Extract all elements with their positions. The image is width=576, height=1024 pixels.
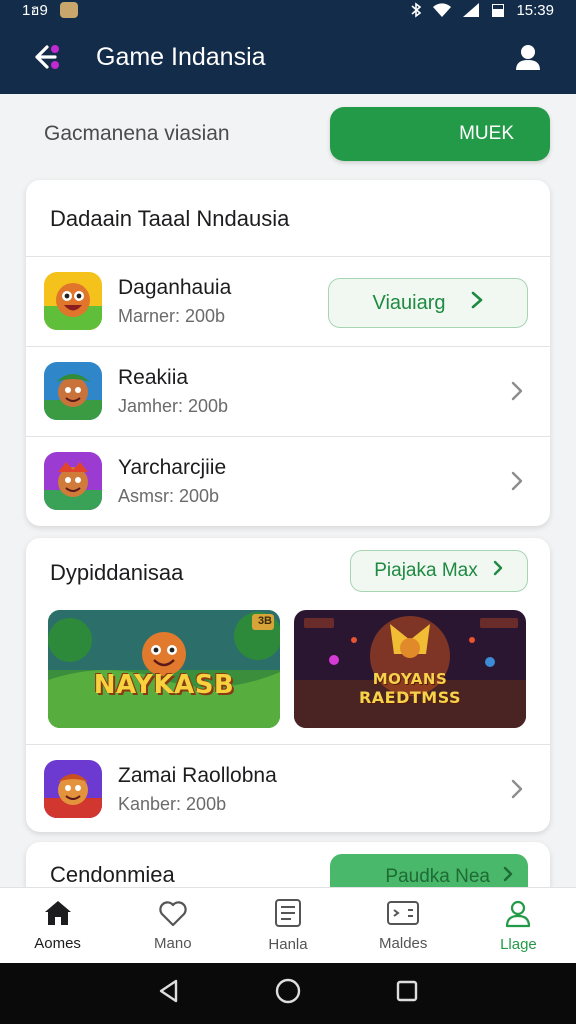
heart-icon — [158, 899, 188, 931]
game-name: Daganhauia — [118, 275, 232, 299]
game-icon — [44, 760, 102, 818]
nav-label: Hanla — [268, 936, 308, 953]
chevron-right-icon — [502, 865, 514, 889]
back-arrow-icon[interactable] — [28, 37, 68, 77]
home-icon — [43, 899, 73, 931]
section-title: Dadaain Taaal Nndausia — [50, 206, 290, 231]
game-icon — [44, 362, 102, 420]
chevron-right-icon[interactable] — [502, 774, 532, 804]
page-title: Game Indansia — [96, 42, 266, 71]
status-bar: 1ฮ9 15:39 — [0, 0, 576, 20]
game-meta: Jamher: 200b — [118, 395, 229, 416]
list-item[interactable]: Zamai Raollobna Kanber: 200b — [26, 748, 550, 830]
section-title: Dypiddanisaa — [50, 560, 184, 585]
list-icon — [273, 898, 303, 932]
chevron-right-icon[interactable] — [502, 466, 532, 496]
person-icon — [503, 898, 533, 932]
wifi-icon — [432, 2, 452, 18]
card-icon — [386, 899, 420, 931]
game-name: Zamai Raollobna — [118, 763, 277, 787]
subtitle-text: Gacmanena viasian — [44, 122, 230, 145]
top-row: Gacmanena viasian MUEK — [0, 94, 576, 174]
banner-badge: 3B — [257, 615, 272, 627]
chevron-right-icon — [492, 559, 504, 583]
notification-icon — [59, 2, 78, 18]
status-time: 15:39 — [516, 1, 554, 19]
play-button-label: Viauiarg — [372, 291, 446, 314]
game-banner[interactable]: MOYANS RAEDTMSS — [294, 610, 526, 728]
nav-item-home[interactable]: Aomes — [0, 888, 115, 963]
see-more-label: Paudka Nea — [385, 866, 490, 887]
section-title: Cendonmiea — [50, 862, 175, 887]
divider — [26, 256, 550, 257]
battery-icon — [490, 2, 506, 18]
nav-label: Mano — [154, 935, 192, 952]
muek-button[interactable]: MUEK — [330, 107, 550, 161]
game-name: Yarcharcjiie — [118, 455, 227, 479]
nav-label: Aomes — [34, 935, 81, 952]
game-name: Reakiia — [118, 365, 189, 389]
game-icon — [44, 272, 102, 330]
game-banner[interactable]: NAYKASB 3B — [48, 610, 280, 728]
list-item[interactable]: Reakiia Jamher: 200b — [26, 350, 550, 432]
play-button[interactable]: Viauiarg — [328, 278, 528, 328]
banner-title-line1: MOYANS — [372, 670, 448, 688]
section-card-promotions: Dypiddanisaa Piajaka Max NAYKASB 3B MOYA… — [26, 538, 550, 832]
game-meta: Asmsr: 200b — [118, 485, 220, 506]
chevron-right-icon — [470, 290, 484, 316]
divider — [26, 744, 550, 745]
game-meta: Marner: 200b — [118, 305, 226, 326]
banner-title: NAYKASB — [93, 670, 235, 700]
profile-icon[interactable] — [508, 37, 548, 77]
list-item[interactable]: Yarcharcjiie Asmsr: 200b — [26, 440, 550, 522]
status-left-text: 1ฮ9 — [22, 2, 48, 19]
nav-item-cards[interactable]: Maldes — [346, 888, 461, 963]
nav-label: Llage — [500, 936, 537, 953]
bluetooth-icon — [410, 2, 422, 18]
divider — [26, 436, 550, 437]
nav-item-profile[interactable]: Llage — [461, 888, 576, 963]
see-more-label: Piajaka Max — [374, 560, 478, 581]
chevron-right-icon[interactable] — [502, 376, 532, 406]
nav-item-list[interactable]: Hanla — [230, 888, 345, 963]
nav-label: Maldes — [379, 935, 428, 952]
game-icon — [44, 452, 102, 510]
signal-icon — [462, 2, 480, 18]
app-bar: Game Indansia — [0, 20, 576, 94]
see-more-button[interactable]: Piajaka Max — [350, 550, 528, 592]
system-nav-bar — [0, 963, 576, 1024]
banner-title-line2: RAEDTMSS — [358, 688, 462, 707]
home-circle-icon[interactable] — [274, 977, 302, 1010]
nav-item-favorites[interactable]: Mano — [115, 888, 230, 963]
bottom-nav: Aomes Mano Hanla Maldes Llage — [0, 887, 576, 963]
back-triangle-icon[interactable] — [156, 978, 182, 1009]
divider — [26, 346, 550, 347]
section-card-featured: Dadaain Taaal Nndausia Daganhauia Marner… — [26, 180, 550, 526]
game-meta: Kanber: 200b — [118, 793, 227, 814]
recents-square-icon[interactable] — [394, 978, 420, 1009]
